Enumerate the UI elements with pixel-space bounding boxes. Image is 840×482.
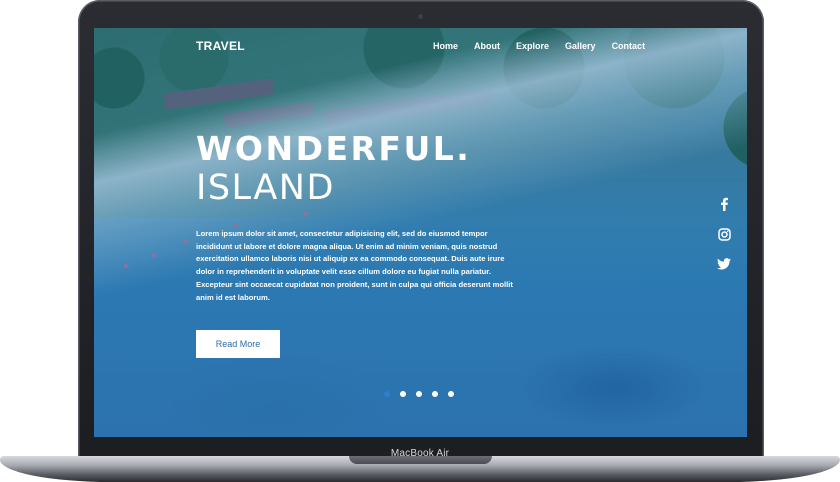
slider-dot-5[interactable]: [448, 391, 454, 397]
slider-dot-1[interactable]: [384, 391, 390, 397]
nav-link-home[interactable]: Home: [433, 41, 458, 51]
nav-link-contact[interactable]: Contact: [612, 41, 646, 51]
nav-link-about[interactable]: About: [474, 41, 500, 51]
hero-paragraph: Lorem ipsum dolor sit amet, consectetur …: [196, 229, 513, 302]
facebook-icon[interactable]: [713, 195, 735, 213]
social-links: [713, 195, 735, 285]
instagram-icon[interactable]: [713, 225, 735, 243]
main-nav: Home About Explore Gallery Contact: [433, 41, 661, 51]
hero-title-line2: ISLAND: [196, 168, 335, 208]
slider-dots: [384, 391, 464, 397]
nav-link-gallery[interactable]: Gallery: [565, 41, 596, 51]
device-label: MacBook Air: [390, 448, 450, 459]
read-more-button[interactable]: Read More: [196, 330, 280, 358]
camera-icon: [418, 14, 423, 19]
website-screen: TRAVEL Home About Explore Gallery Contac…: [94, 28, 747, 437]
hero-title-line1: WONDERFUL.: [196, 129, 472, 168]
brand-logo[interactable]: TRAVEL: [196, 39, 245, 53]
twitter-icon[interactable]: [713, 255, 735, 273]
nav-link-explore[interactable]: Explore: [516, 41, 549, 51]
slider-dot-3[interactable]: [416, 391, 422, 397]
slider-dot-2[interactable]: [400, 391, 406, 397]
slider-dot-4[interactable]: [432, 391, 438, 397]
